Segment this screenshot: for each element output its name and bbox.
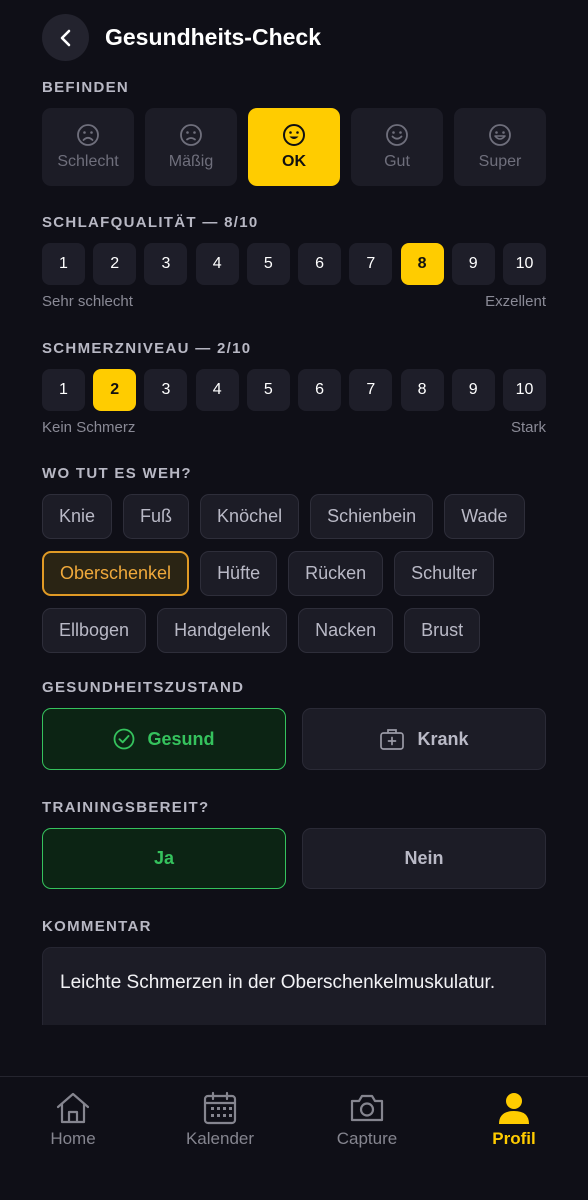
pain-min-hint: Kein Schmerz [42, 419, 136, 436]
body-part-chip-schienbein[interactable]: Schienbein [310, 494, 434, 539]
healthy-label: Gesund [147, 728, 215, 749]
mood-option-label: Mäßig [168, 153, 214, 170]
back-button[interactable] [42, 14, 89, 61]
body-part-chip-knie[interactable]: Knie [42, 494, 113, 539]
training-ready-label: TRAININGSBEREIT? [42, 799, 210, 816]
pain-max-hint: Stark [510, 419, 546, 436]
sleep-option-4[interactable]: 4 [195, 243, 239, 285]
health-status-toggle: Gesund Krank [42, 708, 546, 770]
mood-selector: Schlecht Mäßig OK Gut Super [42, 108, 546, 186]
sad-face-icon [77, 124, 99, 146]
body-part-label: WO TUT ES WEH? [42, 465, 192, 482]
mood-option-label: OK [282, 153, 306, 170]
mood-option-label: Gut [384, 153, 410, 170]
mood-label: BEFINDEN [42, 79, 130, 96]
pain-option-2[interactable]: 2 [93, 369, 137, 411]
sleep-quality-scale: 1 2 3 4 5 6 7 8 9 10 [42, 243, 546, 285]
body-part-chips: Knie Fuß Knöchel Schienbein Wade Obersch… [42, 494, 546, 665]
mood-option-massig[interactable]: Mäßig [145, 108, 237, 186]
pain-option-1[interactable]: 1 [42, 369, 85, 411]
sleep-option-10[interactable]: 10 [502, 243, 546, 285]
sleep-max-hint: Exzellent [485, 293, 546, 310]
body-part-chip-fuss[interactable]: Fuß [123, 494, 190, 539]
pain-option-4[interactable]: 4 [195, 369, 239, 411]
page-title: Gesundheits-Check [105, 24, 321, 50]
body-part-chip-schulter[interactable]: Schulter [394, 551, 495, 596]
mood-option-label: Super [478, 153, 522, 170]
pain-option-9[interactable]: 9 [451, 369, 495, 411]
nav-home-label: Home [50, 1129, 96, 1148]
pain-option-10[interactable]: 10 [502, 369, 546, 411]
nav-capture[interactable]: Capture [307, 1089, 427, 1149]
sleep-option-9[interactable]: 9 [451, 243, 495, 285]
chevron-left-icon [60, 29, 70, 46]
nav-home[interactable]: Home [13, 1089, 133, 1149]
sleep-option-8[interactable]: 8 [400, 243, 444, 285]
header: Gesundheits-Check [0, 0, 588, 76]
sleep-option-3[interactable]: 3 [144, 243, 188, 285]
body-part-chip-brust[interactable]: Brust [404, 608, 481, 653]
nav-calendar[interactable]: Kalender [160, 1089, 280, 1149]
mood-option-gut[interactable]: Gut [351, 108, 443, 186]
check-circle-icon [114, 728, 135, 750]
sleep-option-5[interactable]: 5 [246, 243, 290, 285]
nav-profile[interactable]: Profil [454, 1089, 574, 1149]
sick-label: Krank [417, 728, 469, 749]
comment-label: KOMMENTAR [42, 918, 152, 935]
sad-face-icon [180, 124, 202, 146]
pain-level-label: SCHMERZNIVEAU — 2/10 [42, 340, 252, 357]
pain-option-8[interactable]: 8 [400, 369, 444, 411]
sick-button[interactable]: Krank [302, 708, 546, 770]
comment-textarea[interactable]: Leichte Schmerzen in der Oberschenkelmus… [42, 947, 546, 1025]
sleep-option-1[interactable]: 1 [42, 243, 85, 285]
smile-face-icon [283, 124, 305, 146]
no-button[interactable]: Nein [302, 828, 546, 889]
pain-option-3[interactable]: 3 [144, 369, 188, 411]
smile-face-icon [386, 124, 408, 146]
health-status-label: GESUNDHEITSZUSTAND [42, 679, 245, 696]
body-part-chip-knoechel[interactable]: Knöchel [200, 494, 300, 539]
nav-calendar-label: Kalender [185, 1129, 255, 1148]
body-part-chip-wade[interactable]: Wade [444, 494, 525, 539]
calendar-icon [203, 1091, 237, 1125]
mood-option-label: Schlecht [57, 153, 119, 170]
body-part-chip-huefte[interactable]: Hüfte [200, 551, 278, 596]
sleep-option-7[interactable]: 7 [349, 243, 393, 285]
home-icon [56, 1092, 90, 1124]
camera-icon [350, 1094, 384, 1122]
bottom-navigation: Home Kalender Capture Profil [0, 1076, 588, 1200]
smile-face-icon [489, 124, 511, 146]
training-ready-toggle: Ja Nein [42, 828, 546, 889]
body-part-chip-ellbogen[interactable]: Ellbogen [42, 608, 147, 653]
profile-icon [499, 1093, 529, 1124]
healthy-button[interactable]: Gesund [42, 708, 286, 770]
yes-button[interactable]: Ja [42, 828, 286, 889]
body-part-chip-oberschenkel[interactable]: Oberschenkel [42, 551, 190, 596]
sleep-quality-label: SCHLAFQUALITÄT — 8/10 [42, 214, 259, 231]
pain-option-5[interactable]: 5 [246, 369, 290, 411]
nav-profile-label: Profil [492, 1129, 536, 1148]
sleep-option-6[interactable]: 6 [298, 243, 342, 285]
sleep-option-2[interactable]: 2 [93, 243, 137, 285]
body-part-chip-nacken[interactable]: Nacken [298, 608, 394, 653]
pain-option-7[interactable]: 7 [349, 369, 393, 411]
pain-option-6[interactable]: 6 [298, 369, 342, 411]
mood-option-ok[interactable]: OK [248, 108, 340, 186]
nav-capture-label: Capture [336, 1129, 398, 1148]
mood-option-super[interactable]: Super [454, 108, 546, 186]
medical-kit-icon [380, 729, 405, 750]
mood-option-schlecht[interactable]: Schlecht [42, 108, 134, 186]
pain-level-scale: 1 2 3 4 5 6 7 8 9 10 [42, 369, 546, 411]
body-part-chip-ruecken[interactable]: Rücken [288, 551, 384, 596]
body-part-chip-handgelenk[interactable]: Handgelenk [157, 608, 288, 653]
sleep-min-hint: Sehr schlecht [42, 293, 133, 310]
